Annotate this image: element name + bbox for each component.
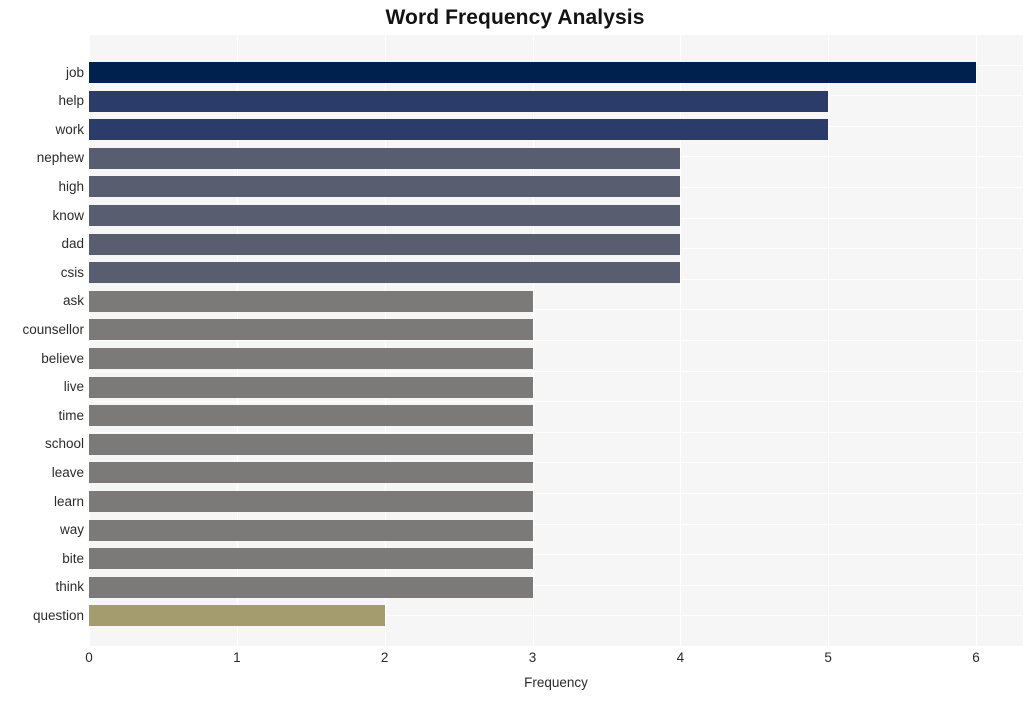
x-tick-label: 6 (972, 650, 980, 665)
plot-area (89, 34, 1023, 647)
bar (89, 548, 533, 570)
bar (89, 576, 533, 598)
bar (89, 405, 533, 427)
bar (89, 176, 681, 198)
y-tick-label: leave (51, 464, 84, 480)
bar (89, 262, 681, 284)
y-tick-label: way (59, 522, 84, 538)
bar (89, 348, 533, 369)
x-axis-tick-labels: 0 1 2 3 4 5 6 (85, 650, 1023, 670)
y-tick-label: believe (41, 350, 84, 366)
bar (89, 319, 533, 341)
bar (89, 62, 976, 83)
bar (89, 290, 533, 312)
y-tick-label: csis (60, 264, 84, 280)
bar (89, 491, 533, 512)
y-tick-label: learn (53, 493, 84, 509)
y-tick-label: ask (62, 293, 84, 309)
bar (89, 205, 681, 226)
bar (89, 90, 829, 112)
word-frequency-chart: Word Frequency Analysis job help work nephe… (0, 0, 1030, 701)
y-tick-label: school (44, 436, 84, 452)
y-tick-label: dad (61, 236, 84, 252)
bar (89, 119, 829, 141)
y-tick-label: work (55, 121, 84, 137)
x-tick-label: 4 (676, 650, 685, 665)
bar (89, 433, 533, 455)
chart-title: Word Frequency Analysis (385, 6, 645, 29)
y-tick-label: think (55, 579, 84, 595)
y-tick-label: nephew (36, 150, 84, 166)
x-tick-label: 5 (824, 650, 832, 665)
x-tick-label: 0 (85, 650, 93, 665)
bar (89, 233, 681, 255)
bar (89, 462, 533, 484)
x-tick-label: 3 (528, 650, 537, 665)
bar (89, 147, 681, 169)
y-tick-label: question (32, 607, 84, 623)
y-tick-label: job (65, 64, 84, 80)
bar (89, 605, 385, 627)
y-tick-label: help (58, 93, 84, 109)
y-tick-label: live (63, 379, 84, 395)
bar (89, 519, 533, 541)
y-tick-label: bite (62, 550, 84, 566)
x-tick-label: 1 (233, 650, 241, 665)
gridline-horizontal (89, 646, 1023, 647)
y-tick-label: counsellor (22, 321, 84, 337)
y-axis-tick-labels: job help work nephew high know dad csis ask couns… (0, 34, 84, 646)
bar (89, 376, 533, 398)
y-tick-label: time (58, 407, 84, 423)
bars-group (89, 34, 1023, 646)
x-tick-label: 2 (380, 650, 389, 665)
x-axis-label: Frequency (524, 675, 588, 690)
y-tick-label: know (52, 207, 84, 223)
y-tick-label: high (58, 178, 84, 194)
